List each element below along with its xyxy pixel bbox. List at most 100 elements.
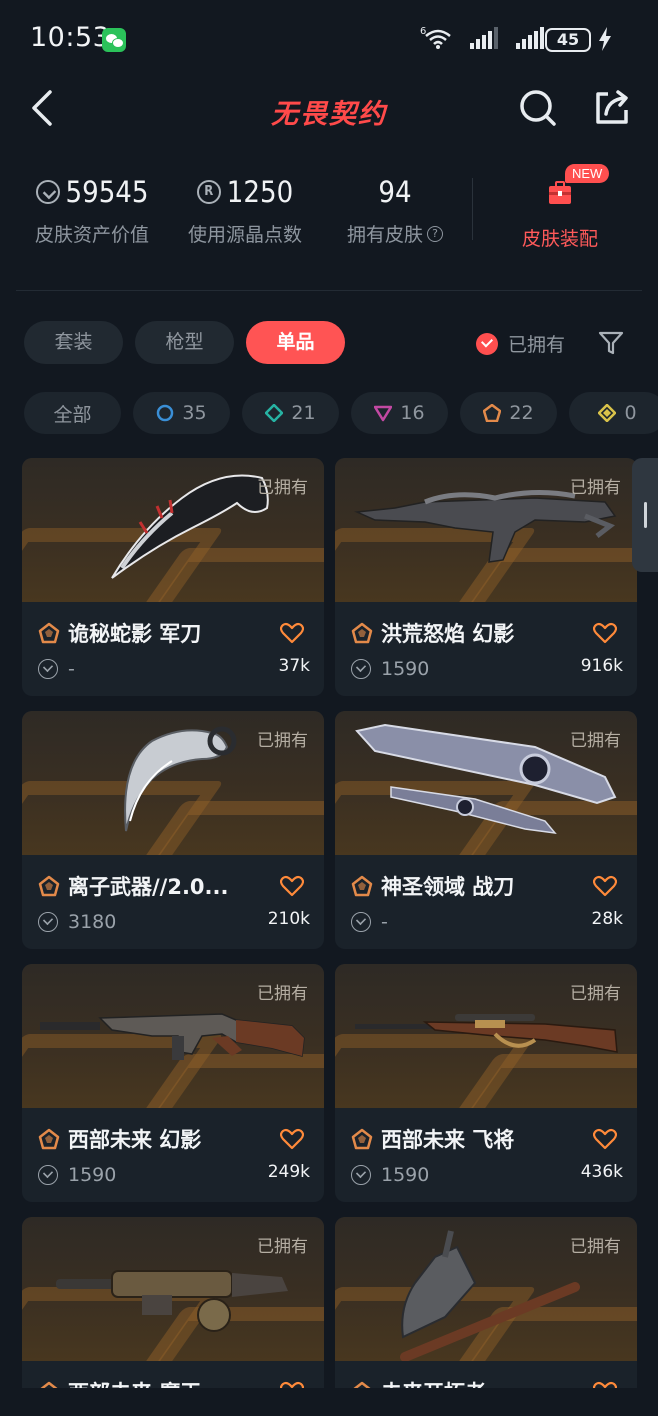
asset-value-label: 皮肤资产价值 <box>34 224 149 246</box>
skin-card[interactable]: 已拥有离子武器//2.0... 3180 210k <box>22 711 324 949</box>
vp-coin-icon <box>38 659 58 679</box>
skin-card[interactable]: 已拥有 神圣领域 战刀 - 28k <box>335 711 637 949</box>
asset-value: 59545 <box>65 175 149 209</box>
points-label: 使用源晶点数 <box>187 224 302 246</box>
owned-tag: 已拥有 <box>570 731 621 751</box>
owned-filter-toggle[interactable]: 已拥有 <box>476 330 565 357</box>
vp-coin-icon <box>35 180 60 204</box>
skin-image: 已拥有 <box>22 1217 324 1361</box>
skin-price: 1590 <box>68 1164 117 1186</box>
exclusive-tier-icon <box>38 622 60 644</box>
tab-single-item[interactable]: 单品 <box>246 321 345 364</box>
tab-set[interactable]: 套装 <box>24 321 123 364</box>
chip-count: 0 <box>624 402 637 424</box>
battery-indicator: 45 <box>545 28 591 52</box>
chip-deluxe[interactable]: 21 <box>242 392 339 434</box>
owned-tag: 已拥有 <box>257 1237 308 1257</box>
status-bar: 10:53 6 45 <box>0 0 658 78</box>
skin-name: 洪荒怒焰 幻影 <box>381 622 515 646</box>
exclusive-tier-icon <box>483 404 502 422</box>
premium-tier-icon <box>374 405 393 422</box>
select-tier-icon <box>157 404 174 422</box>
chip-ultra[interactable]: 0 <box>569 392 658 434</box>
exclusive-tier-icon <box>351 875 373 897</box>
rarity-filter-chips: 全部 35 21 16 22 0 <box>24 392 658 434</box>
skin-image: 已拥有 <box>22 711 324 855</box>
skin-image: 已拥有 <box>22 458 324 602</box>
chip-all[interactable]: 全部 <box>24 392 121 434</box>
exclusive-tier-icon <box>38 875 60 897</box>
heart-icon[interactable] <box>593 622 617 644</box>
skin-price: 1590 <box>381 658 430 680</box>
wechat-notification-icon <box>102 28 126 52</box>
skin-image: 已拥有 <box>22 964 324 1108</box>
skin-likes: 436k <box>580 1162 623 1182</box>
heart-icon[interactable] <box>593 875 617 897</box>
exclusive-tier-icon <box>38 1128 60 1150</box>
vp-coin-icon <box>351 912 371 932</box>
heart-icon[interactable] <box>280 875 304 897</box>
skin-image: 已拥有 <box>335 964 637 1108</box>
vp-coin-icon <box>38 1165 58 1185</box>
tab-weapon-type[interactable]: 枪型 <box>135 321 234 364</box>
owned-skins-stat[interactable]: 94 拥有皮肤? <box>340 170 450 247</box>
skins-label: 拥有皮肤 <box>346 224 423 246</box>
skin-card[interactable]: 已拥有洪荒怒焰 幻影 1590 916k <box>335 458 637 696</box>
wifi-icon: 6 <box>420 26 451 49</box>
exclusive-tier-icon <box>351 622 373 644</box>
skin-name: 神圣领域 战刀 <box>381 875 515 899</box>
points-stat: R 1250 使用源晶点数 <box>184 170 306 247</box>
skin-price: 1590 <box>381 1164 430 1186</box>
vp-coin-icon <box>38 912 58 932</box>
locker-icon <box>549 181 571 204</box>
new-badge: NEW <box>565 164 610 183</box>
skin-card[interactable]: 已拥有 西部未来 飞将 1590 436k <box>335 964 637 1202</box>
chip-count: 35 <box>182 402 207 424</box>
skin-image: 已拥有 <box>335 1217 637 1361</box>
vp-coin-icon <box>351 1165 371 1185</box>
vp-coin-icon <box>351 659 371 679</box>
skin-likes: 37k <box>278 656 310 676</box>
skin-image: 已拥有 <box>335 711 637 855</box>
exclusive-tier-icon <box>351 1128 373 1150</box>
chip-count: 16 <box>400 402 425 424</box>
chip-premium[interactable]: 16 <box>351 392 448 434</box>
network-type-label: 6 <box>420 26 426 37</box>
charging-icon <box>599 27 611 51</box>
skins-count: 94 <box>378 175 412 209</box>
points-value: 1250 <box>226 175 294 209</box>
skin-likes: 249k <box>267 1162 310 1182</box>
signal-icon <box>470 27 498 49</box>
scroll-handle[interactable] <box>632 458 658 572</box>
owned-tag: 已拥有 <box>570 478 621 498</box>
skin-card[interactable]: 已拥有西部未来 魔王 <box>22 1217 324 1416</box>
chip-exclusive[interactable]: 22 <box>460 392 557 434</box>
heart-icon[interactable] <box>593 1128 617 1150</box>
filter-icon[interactable] <box>598 330 624 356</box>
heart-icon[interactable] <box>280 1128 304 1150</box>
owned-filter-label: 已拥有 <box>508 334 566 356</box>
skin-likes: 916k <box>580 656 623 676</box>
owned-tag: 已拥有 <box>257 731 308 751</box>
skin-name: 诡秘蛇影 军刀 <box>68 622 202 646</box>
check-icon[interactable] <box>476 332 498 355</box>
stats-panel: 59545 皮肤资产价值 R 1250 使用源晶点数 94 拥有皮肤? 皮肤装配 <box>0 170 658 260</box>
skin-likes: 210k <box>267 909 310 929</box>
skin-price: 3180 <box>68 911 117 933</box>
skin-card[interactable]: 已拥有 诡秘蛇影 军刀 - 37k <box>22 458 324 696</box>
signal-icon-2 <box>516 27 544 49</box>
skin-image: 已拥有 <box>335 458 637 602</box>
asset-value-stat: 59545 皮肤资产价值 <box>30 170 154 247</box>
skin-card[interactable]: 已拥有未来开拓者 <box>335 1217 637 1416</box>
search-icon[interactable] <box>518 88 558 128</box>
owned-tag: 已拥有 <box>570 1237 621 1257</box>
radianite-coin-icon: R <box>196 180 221 204</box>
page-title: 无畏契约 <box>271 99 387 130</box>
chip-select[interactable]: 35 <box>133 392 230 434</box>
help-icon[interactable]: ? <box>427 225 443 242</box>
divider <box>16 290 642 291</box>
skin-card[interactable]: 已拥有 西部未来 幻影 1590 249k <box>22 964 324 1202</box>
heart-icon[interactable] <box>280 622 304 644</box>
skin-name: 离子武器//2.0... <box>68 875 229 899</box>
share-icon[interactable] <box>592 88 632 128</box>
